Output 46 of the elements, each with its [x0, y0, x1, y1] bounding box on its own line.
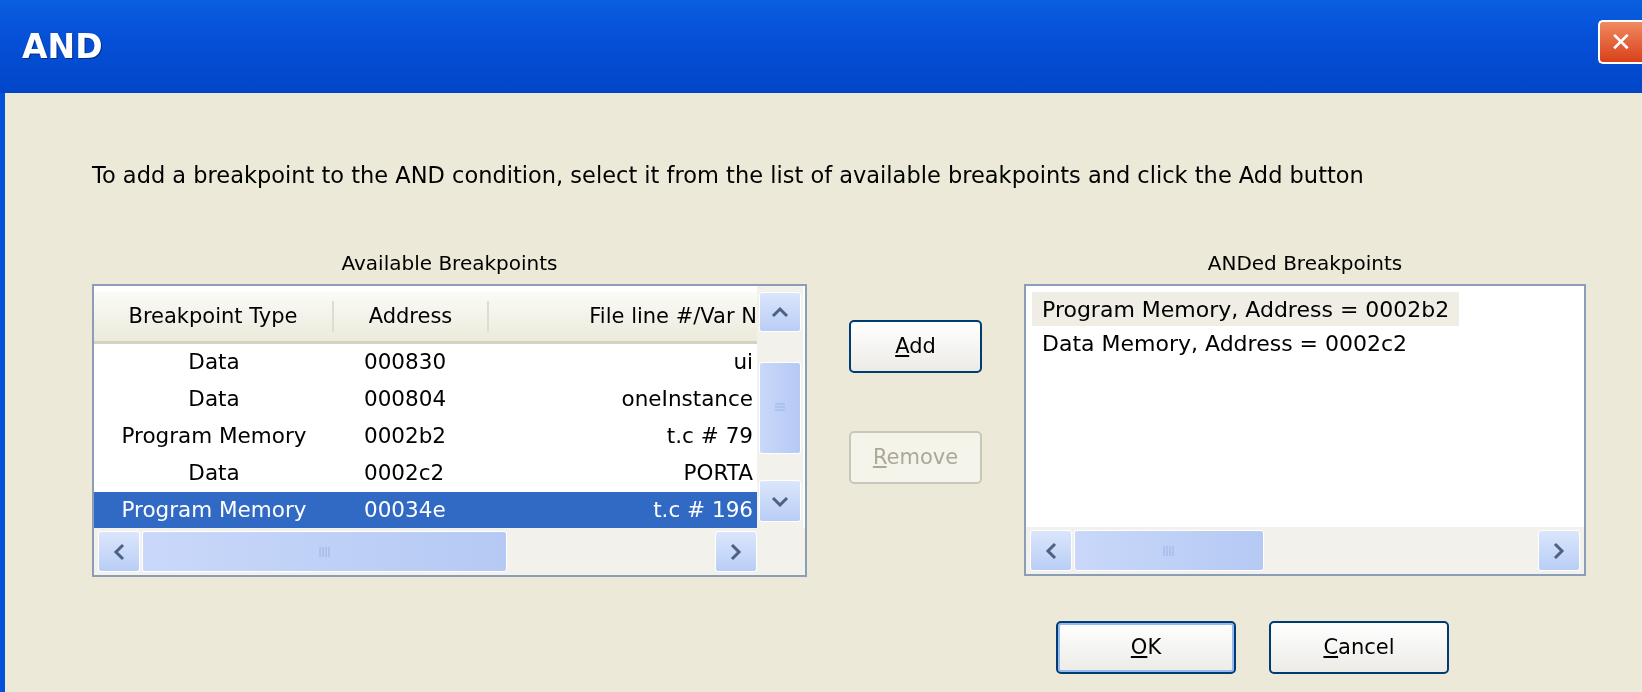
scroll-up-icon[interactable] [759, 292, 801, 332]
table-row[interactable]: Data 000804 oneInstance [94, 381, 757, 418]
table-cell-text: Program Memory [120, 496, 308, 525]
anded-breakpoints-list[interactable]: Program Memory, Address = 0002b2 Data Memory, Address = 0002c2 [1024, 284, 1586, 576]
table-row[interactable]: Data 0002c2 PORTA [94, 455, 757, 492]
scroll-thumb[interactable] [142, 531, 507, 572]
vertical-scrollbar[interactable] [757, 286, 803, 528]
scroll-right-icon[interactable] [1538, 530, 1580, 571]
column-header[interactable]: File line #/Var N [489, 300, 757, 333]
table-cell-text: 0002b2 [363, 422, 448, 451]
list-item[interactable]: Data Memory, Address = 0002c2 [1032, 326, 1418, 360]
scroll-thumb[interactable] [759, 362, 801, 454]
scroll-thumb[interactable] [1074, 530, 1264, 571]
scroll-left-icon[interactable] [1030, 530, 1072, 571]
table-cell-text: t.c # 196 [652, 496, 754, 525]
table-cell-text: 000830 [363, 348, 448, 377]
table-cell-text: Data [187, 385, 241, 414]
table-cell-text: 0002c2 [363, 459, 446, 488]
scroll-right-icon[interactable] [715, 531, 757, 572]
table-cell-text: ui [732, 348, 754, 377]
list-label: ANDed Breakpoints [1206, 250, 1404, 277]
table-cell-text: Data [187, 348, 241, 377]
available-breakpoints-list[interactable]: Breakpoint Type Address File line #/Var N Data 000830 ui Data 000804 oneInstance Program Memory 0002b2 t.c # 79 Data 0002c2 PORTA Program Memory 00034e t.c # 196 [92, 284, 807, 577]
instruction-text: To add a breakpoint to the AND condition, select it from the list of available breakpoints and click the Add button [92, 162, 1364, 188]
table-cell-text: oneInstance [620, 385, 754, 414]
table-cell-text: Data [187, 459, 241, 488]
table-row[interactable]: Data 000830 ui [94, 344, 757, 381]
list-label: Available Breakpoints [340, 250, 559, 277]
scroll-down-icon[interactable] [759, 480, 801, 522]
table-cell-text: 000804 [363, 385, 448, 414]
ok-button[interactable]: OK [1056, 621, 1236, 674]
window-title: AND [22, 25, 103, 68]
add-button[interactable]: Add [849, 320, 982, 373]
list-item[interactable]: Program Memory, Address = 0002b2 [1032, 292, 1460, 326]
table-cell-text: PORTA [682, 459, 754, 488]
table-cell-text: 00034e [363, 496, 447, 525]
table-cell-text: t.c # 79 [665, 422, 754, 451]
horizontal-scrollbar[interactable] [1026, 527, 1584, 574]
cancel-button[interactable]: Cancel [1269, 621, 1449, 674]
scroll-left-icon[interactable] [98, 531, 140, 572]
table-row[interactable]: Program Memory 0002b2 t.c # 79 [94, 418, 757, 455]
horizontal-scrollbar[interactable] [94, 528, 805, 575]
column-header[interactable]: Breakpoint Type [94, 300, 334, 333]
table-row[interactable]: Program Memory 00034e t.c # 196 [94, 492, 757, 529]
column-header[interactable]: Address [334, 300, 489, 333]
table-cell-text: Program Memory [120, 422, 308, 451]
